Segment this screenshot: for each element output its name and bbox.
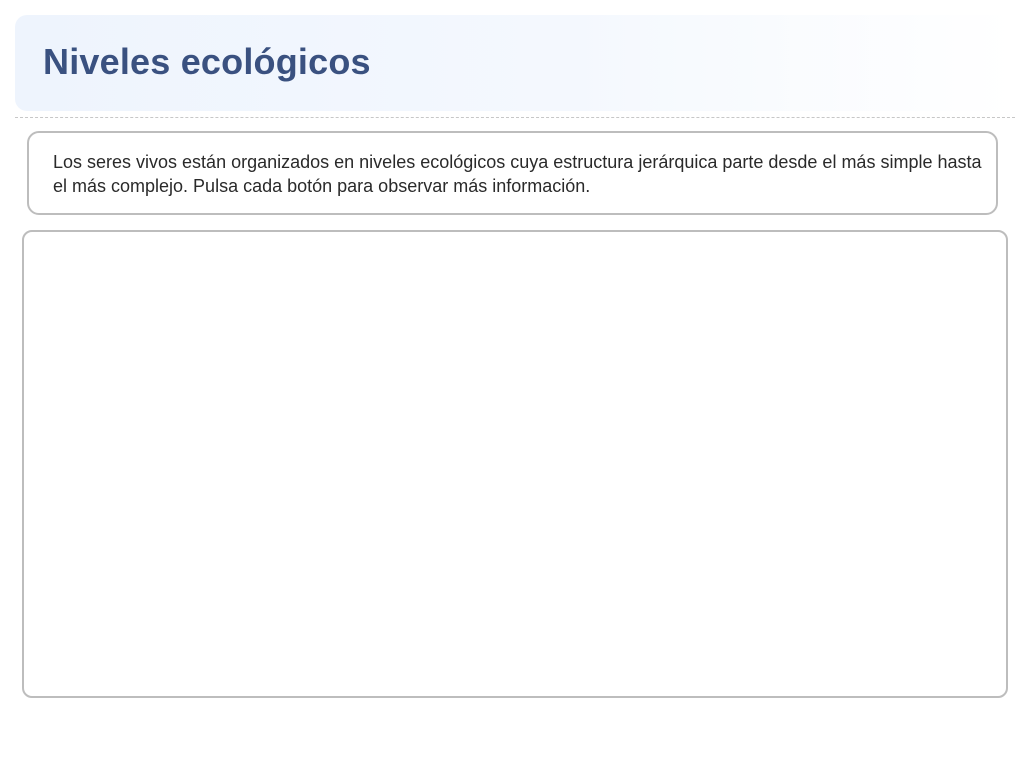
page-title: Niveles ecológicos	[43, 41, 371, 82]
title-bar: Niveles ecológicos	[15, 15, 1015, 111]
activity-page: Niveles ecológicos Los seres vivos están…	[0, 0, 1024, 768]
instructions-text: Los seres vivos están organizados en niv…	[53, 152, 982, 196]
instructions-box: Los seres vivos están organizados en niv…	[27, 131, 998, 215]
dashed-divider	[15, 117, 1015, 118]
interactive-content-panel	[22, 230, 1008, 698]
